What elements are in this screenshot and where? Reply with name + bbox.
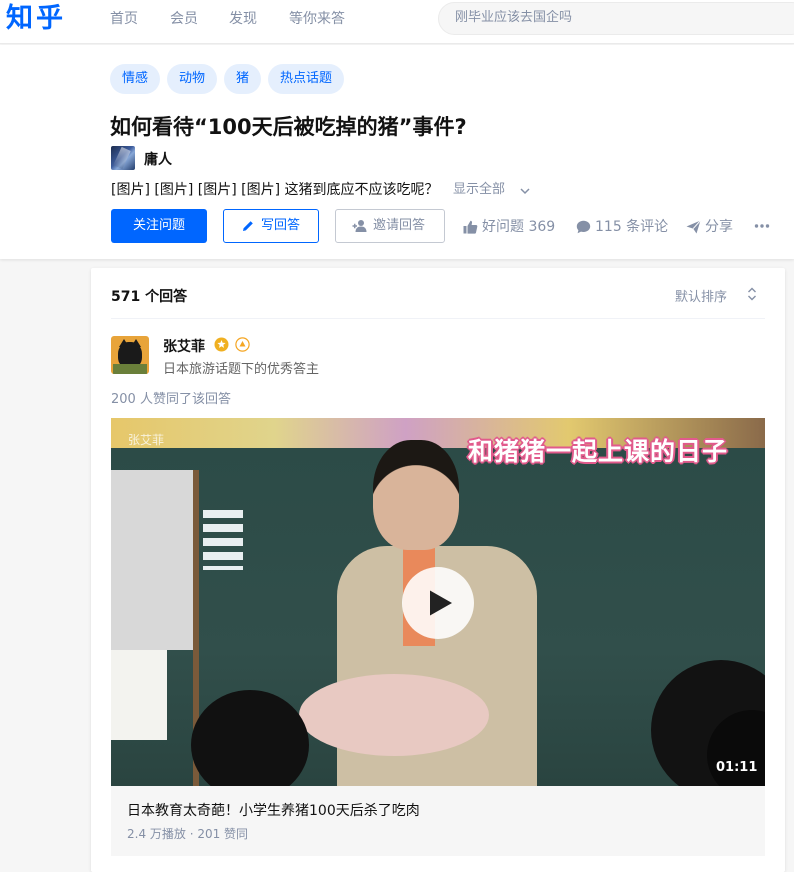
invite-answer-button[interactable]: 邀请回答 [335, 209, 445, 243]
add-user-icon [352, 220, 367, 232]
follow-question-button[interactable]: 关注问题 [111, 209, 207, 243]
video-watermark: 张艾菲 [128, 433, 165, 447]
write-answer-label: 写回答 [261, 218, 301, 233]
sort-dropdown[interactable]: 默认排序 [675, 286, 727, 305]
top-navbar: 知乎 首页 会员 发现 等你来答 [0, 0, 794, 44]
video-frame-board [111, 470, 193, 650]
nav-link-home[interactable]: 首页 [110, 10, 138, 28]
vote-count-text: 200 人赞同了该回答 [111, 392, 231, 407]
answer-author-avatar[interactable] [111, 336, 149, 374]
video-frame-teacher-head [373, 440, 459, 550]
search-input[interactable] [455, 10, 785, 25]
show-all-button[interactable]: 显示全部 [453, 181, 505, 199]
question-author-name[interactable]: 庸人 [144, 149, 172, 169]
question-description: [图片] [图片] [图片] [图片] 这猪到底应不应该吃呢？ [111, 182, 439, 198]
video-frame-cards [203, 510, 243, 570]
question-header: 情感 动物 猪 热点话题 如何看待“100天后被吃掉的猪”事件? 庸人 [图片]… [0, 45, 794, 259]
more-icon[interactable] [754, 223, 770, 229]
good-question-label: 好问题 369 [482, 219, 556, 235]
answers-card: 571 个回答 默认排序 张艾菲 日本旅游话题下的优秀答主 200 人赞同了该回… [91, 268, 785, 872]
play-icon [430, 590, 452, 616]
thumbs-up-icon [463, 220, 478, 234]
video-title[interactable]: 日本教育太奇葩！小学生养猪100天后杀了吃肉 [127, 800, 420, 820]
question-author-avatar[interactable] [111, 146, 135, 170]
nav-link-discover[interactable]: 发现 [229, 10, 257, 28]
divider [111, 318, 765, 319]
zhihu-logo[interactable]: 知乎 [6, 1, 66, 37]
answers-header: 571 个回答 默认排序 [91, 268, 785, 319]
pen-icon [243, 221, 253, 231]
topic-tag-emotion[interactable]: 情感 [110, 64, 161, 94]
video-frame-pig [299, 674, 489, 756]
video-info[interactable]: 日本教育太奇葩！小学生养猪100天后杀了吃肉 2.4 万播放 · 201 赞同 [111, 786, 765, 856]
question-title: 如何看待“100天后被吃掉的猪”事件? [110, 115, 467, 139]
topic-tag-pig[interactable]: 猪 [224, 64, 262, 94]
answer-author-name[interactable]: 张艾菲 [163, 336, 205, 356]
nav-link-waiting[interactable]: 等你来答 [289, 10, 345, 28]
excellent-answerer-badge-icon[interactable] [214, 337, 229, 352]
topic-tag-hot[interactable]: 热点话题 [268, 64, 345, 94]
video-frame-paper [111, 650, 167, 740]
play-button[interactable] [402, 567, 474, 639]
video-stats: 2.4 万播放 · 201 赞同 [127, 827, 249, 841]
video-duration: 01:11 [716, 760, 758, 775]
share-label: 分享 [705, 219, 733, 235]
topic-tag-animal[interactable]: 动物 [167, 64, 218, 94]
comment-icon [576, 220, 591, 234]
search-box[interactable] [438, 2, 794, 35]
comments-label: 115 条评论 [595, 219, 669, 235]
video-caption: 和猪猪一起上课的日子 [468, 437, 729, 466]
nav-link-vip[interactable]: 会员 [170, 10, 198, 28]
answer-count: 571 个回答 [111, 289, 188, 305]
invite-answer-label: 邀请回答 [373, 218, 426, 233]
sort-arrows-icon[interactable] [747, 287, 757, 301]
creator-level-badge-icon[interactable] [235, 337, 250, 352]
chevron-down-icon[interactable] [518, 184, 532, 198]
answer-author-bio: 日本旅游话题下的优秀答主 [163, 362, 320, 377]
share-icon [686, 220, 701, 234]
video-player[interactable]: 张艾菲 和猪猪一起上课的日子 01:11 [111, 418, 765, 786]
write-answer-button[interactable]: 写回答 [223, 209, 319, 243]
